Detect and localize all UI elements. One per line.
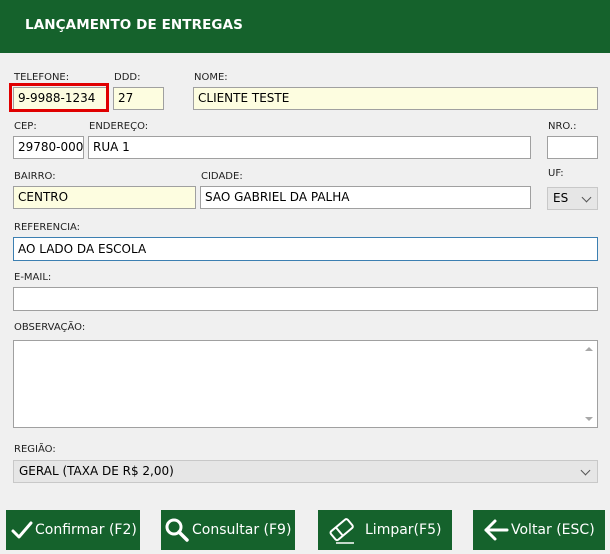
scrollbar[interactable] bbox=[580, 341, 597, 427]
limpar-button[interactable]: Limpar(F5) bbox=[318, 510, 452, 550]
chevron-down-icon bbox=[581, 192, 592, 203]
regiao-label: REGIÃO: bbox=[14, 444, 56, 455]
voltar-button[interactable]: Voltar (ESC) bbox=[473, 510, 605, 550]
eraser-icon bbox=[329, 518, 354, 544]
consultar-label: Consultar (F9) bbox=[192, 522, 292, 538]
chevron-down-icon bbox=[580, 465, 591, 476]
nome-label: NOME: bbox=[194, 72, 228, 83]
consultar-button[interactable]: Consultar (F9) bbox=[161, 510, 295, 550]
bairro-field[interactable]: CENTRO bbox=[13, 186, 196, 209]
telefone-label: TELEFONE: bbox=[14, 72, 70, 83]
endereco-field[interactable]: RUA 1 bbox=[88, 136, 531, 159]
magnifier-icon bbox=[165, 518, 189, 542]
confirmar-button[interactable]: Confirmar (F2) bbox=[6, 510, 140, 550]
ddd-field[interactable]: 27 bbox=[113, 87, 164, 110]
page-title: LANÇAMENTO DE ENTREGAS bbox=[25, 17, 243, 33]
cidade-label: CIDADE: bbox=[201, 171, 243, 182]
voltar-label: Voltar (ESC) bbox=[511, 522, 595, 538]
uf-label: UF: bbox=[548, 168, 564, 179]
observacao-label: OBSERVAÇÃO: bbox=[14, 322, 86, 333]
cep-field[interactable]: 29780-000 bbox=[13, 136, 84, 159]
nome-field[interactable]: CLIENTE TESTE bbox=[193, 87, 598, 110]
referencia-field[interactable]: AO LADO DA ESCOLA bbox=[13, 237, 598, 261]
arrow-left-icon bbox=[484, 519, 509, 541]
scroll-up-icon[interactable] bbox=[585, 347, 593, 351]
nro-field[interactable] bbox=[547, 136, 598, 159]
referencia-label: REFERENCIA: bbox=[14, 222, 81, 233]
scroll-down-icon[interactable] bbox=[585, 417, 593, 421]
regiao-select[interactable]: GERAL (TAXA DE R$ 2,00) bbox=[13, 460, 598, 483]
bairro-label: BAIRRO: bbox=[14, 171, 56, 182]
cep-label: CEP: bbox=[14, 121, 37, 132]
header-bar: LANÇAMENTO DE ENTREGAS bbox=[0, 0, 610, 53]
check-icon bbox=[11, 521, 33, 539]
telefone-highlight bbox=[9, 83, 109, 112]
email-label: E-MAIL: bbox=[14, 272, 52, 283]
endereco-label: ENDEREÇO: bbox=[89, 121, 149, 132]
nro-label: NRO.: bbox=[548, 121, 577, 132]
uf-select[interactable]: ES bbox=[547, 187, 598, 210]
regiao-value: GERAL (TAXA DE R$ 2,00) bbox=[19, 464, 174, 478]
limpar-label: Limpar(F5) bbox=[365, 522, 442, 538]
observacao-textarea[interactable] bbox=[13, 340, 598, 428]
cidade-field[interactable]: SAO GABRIEL DA PALHA bbox=[200, 186, 531, 209]
uf-value: ES bbox=[553, 191, 569, 205]
confirmar-label: Confirmar (F2) bbox=[35, 522, 137, 538]
ddd-label: DDD: bbox=[114, 72, 141, 83]
email-field[interactable] bbox=[13, 287, 598, 311]
